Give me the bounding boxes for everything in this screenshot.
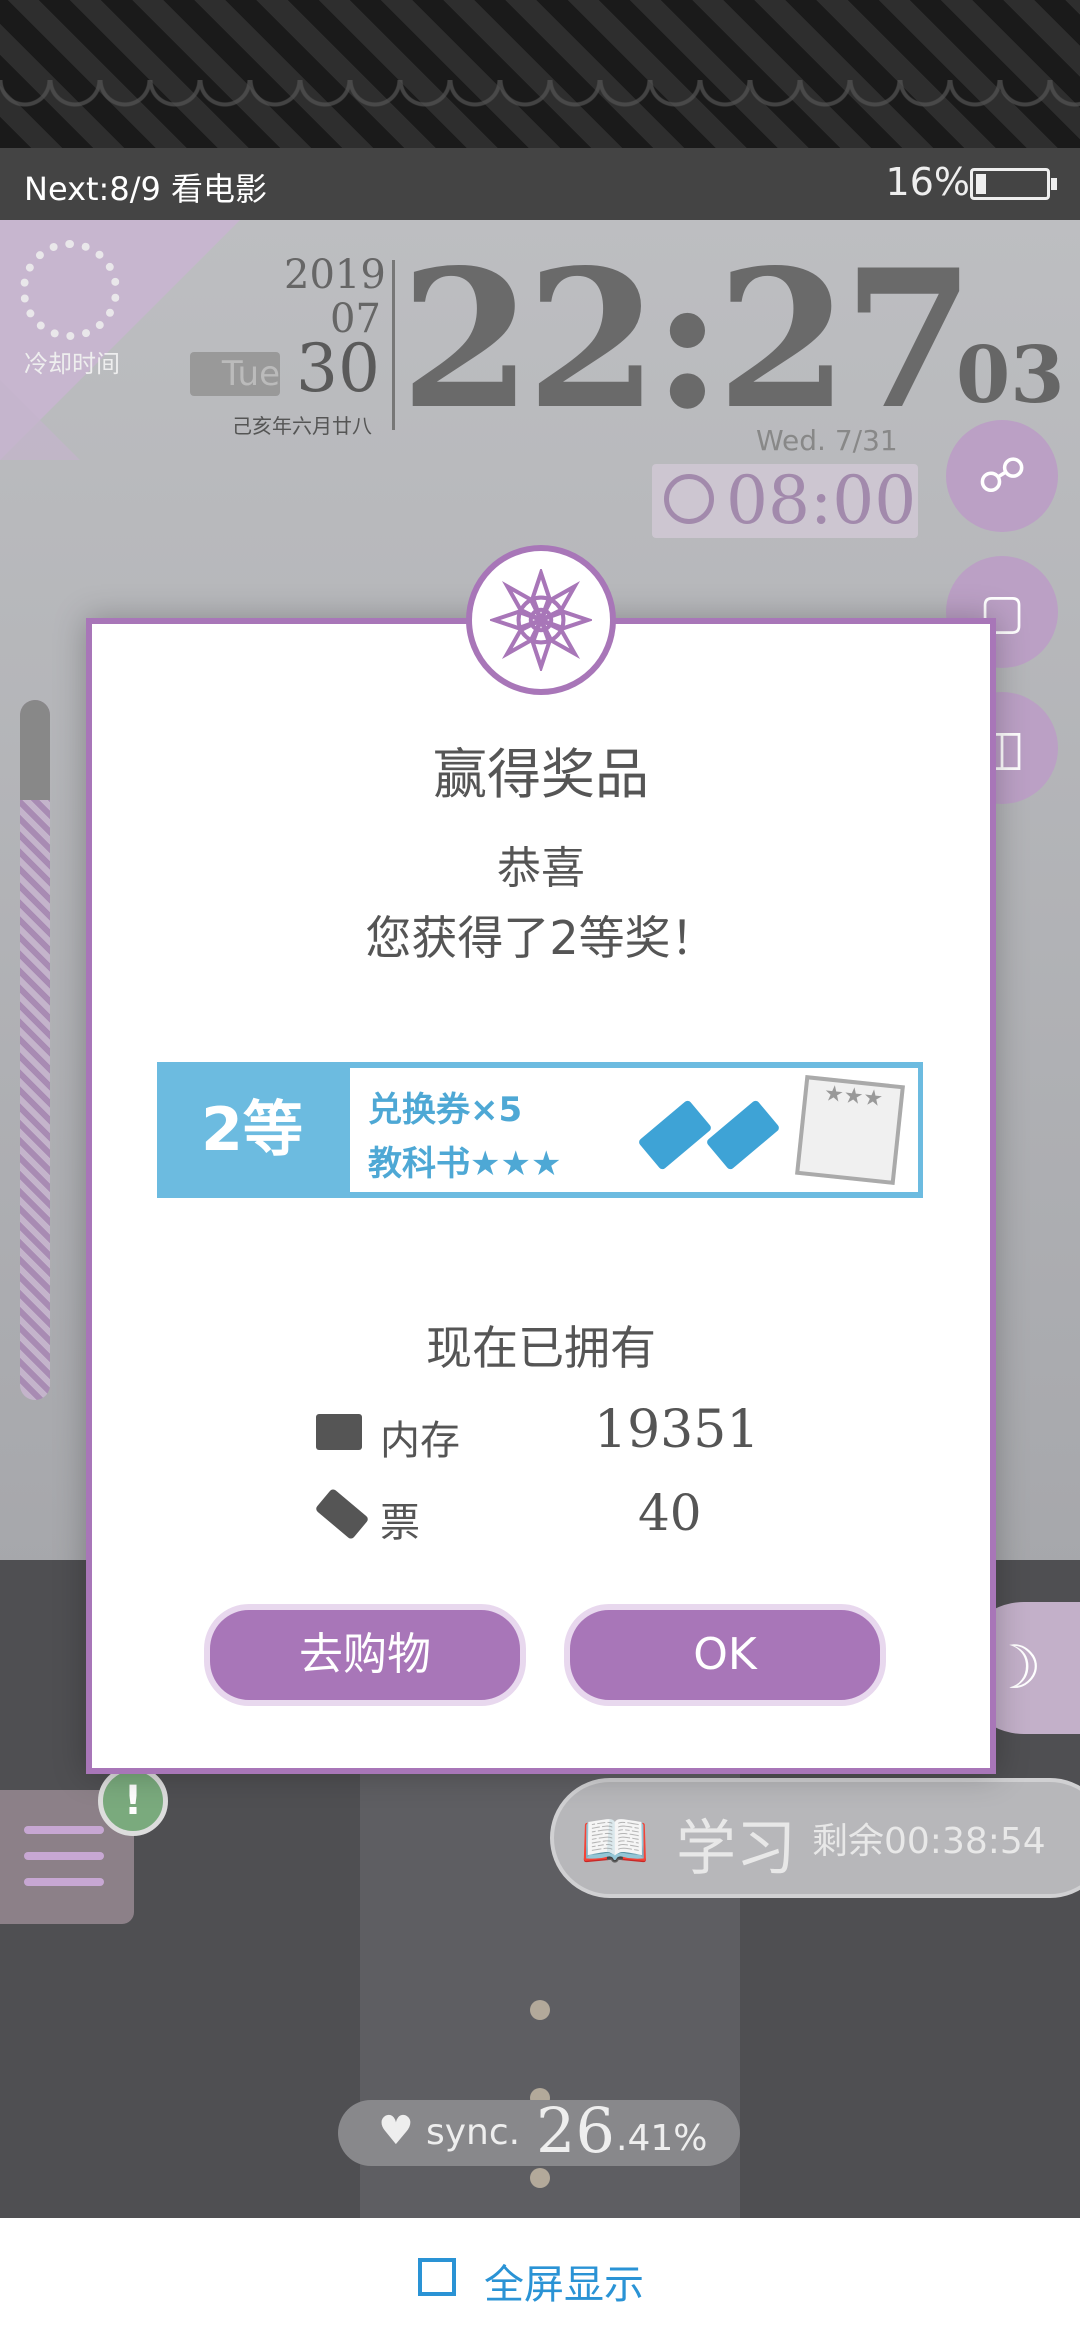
prize-line2: 教科书★★★ xyxy=(368,1144,562,1184)
alarm-icon xyxy=(664,474,714,524)
textbook-icon: ★★★ xyxy=(795,1075,905,1185)
prize-rank: 2等 xyxy=(201,1095,303,1165)
share-icon: ☍ xyxy=(977,448,1027,504)
owned-title: 现在已拥有 xyxy=(426,1321,656,1375)
status-bar: Next:8/9 看电影 16% xyxy=(0,148,1080,220)
cooldown-label: 冷却时间 xyxy=(24,350,120,378)
menu-icon-line xyxy=(24,1852,104,1860)
menu-icon xyxy=(24,1826,104,1834)
fullscreen-icon[interactable] xyxy=(418,2258,456,2296)
moon-icon: ☽ xyxy=(988,1633,1042,1703)
dialog-title: 赢得奖品 xyxy=(433,743,649,806)
fullscreen-button[interactable]: 全屏显示 xyxy=(484,2252,644,2310)
vest-button xyxy=(530,2000,550,2020)
battery-percent: 16% xyxy=(885,160,970,204)
open-book-icon: 📖 xyxy=(580,1809,650,1874)
dialog-congrats: 恭喜 xyxy=(497,843,585,894)
sync-label: sync. xyxy=(426,2112,521,2153)
clock-seconds: 03 xyxy=(956,330,1065,421)
date-day: 30 xyxy=(296,330,380,407)
shop-button[interactable]: 去购物 xyxy=(204,1604,526,1706)
flower-emblem-icon xyxy=(490,569,592,671)
date-weekday: Tue xyxy=(190,352,280,396)
prize-line1: 兑换券×5 xyxy=(368,1090,523,1130)
study-label: 学习 xyxy=(676,1814,796,1884)
vest-button xyxy=(530,2168,550,2188)
sync-value-decimal: .41% xyxy=(616,2118,708,2159)
ok-button[interactable]: OK xyxy=(564,1604,886,1706)
date-line: Wed. 7/31 xyxy=(756,424,898,457)
memory-value: 19351 xyxy=(594,1400,760,1460)
sync-value-int: 26 xyxy=(536,2094,615,2167)
ticket-value: 40 xyxy=(638,1484,702,1542)
heart-icon: ♥ xyxy=(378,2108,414,2154)
lace-decoration xyxy=(0,80,1080,150)
clock-time: 22:27 xyxy=(400,228,975,451)
cooldown-spinner-icon xyxy=(20,240,120,340)
memory-card-icon xyxy=(316,1414,362,1450)
left-gauge xyxy=(20,700,50,1400)
dialog-message: 您获得了2等奖！ xyxy=(365,911,717,965)
alert-icon[interactable]: ! xyxy=(98,1766,168,1836)
ticket-label: 票 xyxy=(380,1500,420,1546)
date-year: 2019 xyxy=(284,252,386,298)
menu-icon-line xyxy=(24,1878,104,1886)
share-button[interactable]: ☍ xyxy=(946,420,1058,532)
study-remaining: 剩余00:38:54 xyxy=(812,1821,1046,1862)
battery-icon xyxy=(970,168,1057,200)
next-event: Next:8/9 看电影 xyxy=(24,170,268,208)
left-gauge-top xyxy=(20,700,50,800)
corner-triangle-small xyxy=(0,380,80,460)
alarm-time: 08:00 xyxy=(726,462,917,539)
memory-label: 内存 xyxy=(380,1418,460,1464)
date-divider xyxy=(392,260,395,430)
lunar-date: 己亥年六月廿八 xyxy=(232,414,372,438)
